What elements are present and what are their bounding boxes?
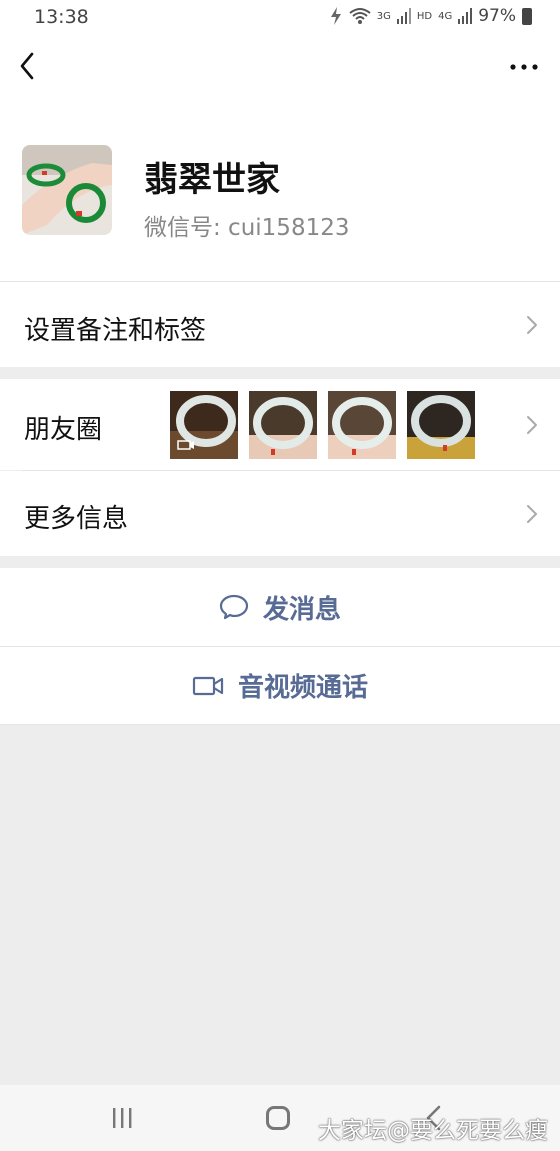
- battery-icon: [522, 7, 532, 25]
- system-nav-bar: 大家坛@要么死要么瘦: [0, 1085, 560, 1151]
- send-message-button[interactable]: 发消息: [0, 568, 560, 646]
- charging-icon: [330, 7, 341, 25]
- video-call-button[interactable]: 音视频通话: [0, 647, 560, 724]
- battery-percent: 97%: [478, 6, 516, 26]
- chevron-right-icon: [527, 505, 537, 523]
- moments-photo: [328, 391, 396, 459]
- moments-photo: [170, 391, 238, 459]
- hd-label: HD: [416, 10, 433, 22]
- wechat-id: 微信号: cui158123: [144, 215, 350, 241]
- more-info-row[interactable]: 更多信息: [0, 471, 560, 556]
- chevron-right-icon: [527, 416, 537, 434]
- divider: [0, 724, 560, 725]
- watermark-text: 大家坛@要么死要么瘦: [318, 1118, 548, 1144]
- moments-photo: [249, 391, 317, 459]
- top-bar: [0, 34, 560, 100]
- moments-row[interactable]: 朋友圈: [0, 379, 560, 470]
- remark-tags-row[interactable]: 设置备注和标签: [0, 282, 560, 367]
- moments-thumbnails: [170, 391, 475, 459]
- video-call-label: 音视频通话: [237, 673, 368, 703]
- profile-name: 翡翠世家: [144, 160, 280, 200]
- chevron-right-icon: [527, 316, 537, 334]
- back-arrow-icon[interactable]: [14, 46, 54, 86]
- status-icons: 3G HD 4G 97%: [329, 6, 532, 26]
- remark-tags-label: 设置备注和标签: [24, 316, 207, 346]
- network-3g-label: 3G: [376, 10, 391, 22]
- more-options-icon[interactable]: [504, 54, 544, 80]
- moments-label: 朋友圈: [24, 415, 103, 445]
- home-button-icon[interactable]: [266, 1106, 290, 1130]
- avatar[interactable]: [22, 145, 112, 235]
- more-info-label: 更多信息: [24, 504, 129, 534]
- signal-4g-icon: [458, 8, 473, 24]
- chat-bubble-icon: [219, 594, 249, 620]
- status-bar: 13:38 3G HD 4G 97%: [0, 0, 560, 34]
- wifi-icon: [349, 8, 371, 24]
- profile-header: 翡翠世家 微信号: cui158123: [0, 100, 560, 281]
- send-message-label: 发消息: [262, 594, 341, 625]
- network-4g-label: 4G: [438, 10, 453, 22]
- moments-photo: [407, 391, 475, 459]
- status-time: 13:38: [34, 6, 89, 28]
- recent-apps-icon[interactable]: [110, 1107, 134, 1129]
- video-camera-icon: [192, 676, 224, 695]
- signal-3g-icon: [396, 8, 411, 24]
